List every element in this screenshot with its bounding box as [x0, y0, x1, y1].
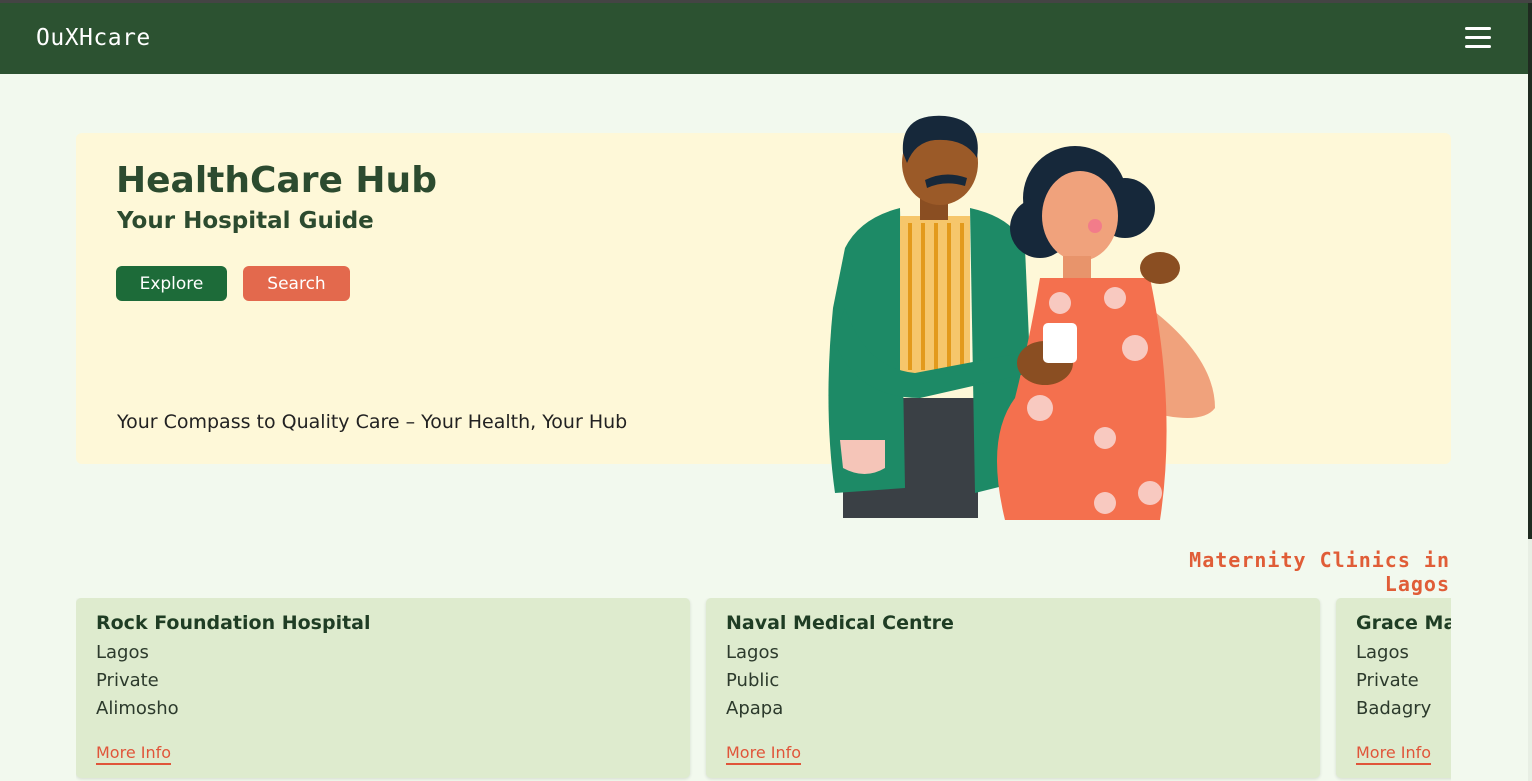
explore-button[interactable]: Explore [116, 266, 227, 301]
search-button[interactable]: Search [243, 266, 350, 301]
hero-tagline: Your Compass to Quality Care – Your Heal… [117, 411, 628, 433]
navbar: OuXHcare [0, 3, 1528, 74]
more-info-link[interactable]: More Info [96, 743, 172, 765]
more-info-link[interactable]: More Info [1356, 743, 1432, 765]
clinic-area: Alimosho [96, 698, 179, 719]
brand-logo[interactable]: OuXHcare [36, 25, 151, 51]
section-title: Maternity Clinics in Lagos [1189, 548, 1450, 596]
clinic-cards-carousel[interactable]: Rock Foundation Hospital Lagos Private A… [76, 598, 1451, 781]
hamburger-icon[interactable] [1462, 27, 1494, 53]
clinic-area: Apapa [726, 698, 784, 719]
menu-bar [1465, 27, 1491, 30]
clinic-card: Naval Medical Centre Lagos Public Apapa … [706, 598, 1320, 778]
clinic-type: Private [1356, 670, 1419, 691]
couple-expecting-illustration [828, 115, 1215, 520]
scrollbar-thumb[interactable] [1528, 3, 1532, 539]
clinic-name: Grace Mat [1356, 612, 1451, 634]
clinic-card: Grace Mat Lagos Private Badagry More Inf… [1336, 598, 1451, 778]
clinic-area: Badagry [1356, 698, 1432, 719]
clinic-card: Rock Foundation Hospital Lagos Private A… [76, 598, 690, 778]
clinic-type: Public [726, 670, 780, 691]
clinic-city: Lagos [1356, 642, 1409, 663]
hero-title: HealthCare Hub [116, 160, 437, 201]
clinic-type: Private [96, 670, 159, 691]
hero-subtitle: Your Hospital Guide [117, 208, 374, 234]
clinic-name: Rock Foundation Hospital [96, 612, 371, 634]
more-info-link[interactable]: More Info [726, 743, 802, 765]
menu-bar [1465, 45, 1491, 48]
clinic-city: Lagos [726, 642, 779, 663]
menu-bar [1465, 36, 1491, 39]
clinic-city: Lagos [96, 642, 149, 663]
clinic-name: Naval Medical Centre [726, 612, 954, 634]
